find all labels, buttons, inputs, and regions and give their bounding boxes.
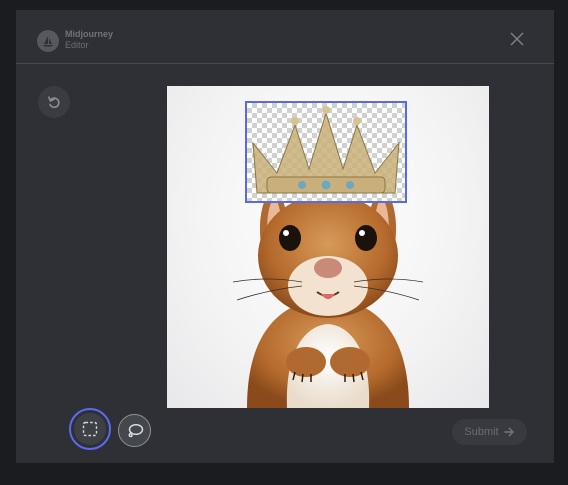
lasso-tool[interactable] [118, 414, 151, 447]
brand: Midjourney Editor [65, 29, 113, 50]
submit-label: Submit [464, 426, 499, 438]
image-canvas[interactable] [167, 86, 489, 408]
rectangle-select-tool[interactable] [69, 408, 111, 450]
sailboat-icon [37, 30, 59, 52]
editor-modal: Midjourney Editor Submit [16, 10, 554, 463]
arrow-right-icon [503, 427, 514, 437]
brand-name: Midjourney [65, 29, 114, 39]
close-icon [510, 32, 524, 46]
rectangle-select-tool-inner [74, 413, 106, 445]
rectangle-select-icon [82, 421, 98, 437]
editor-header: Midjourney Editor [16, 10, 554, 64]
close-button[interactable] [510, 32, 524, 46]
selection-region[interactable] [245, 101, 407, 203]
crown-image [252, 106, 400, 194]
undo-icon [48, 96, 60, 109]
submit-button[interactable]: Submit [452, 419, 527, 445]
brand-subtitle: Editor [65, 40, 89, 50]
lasso-icon [128, 423, 143, 437]
undo-button[interactable] [38, 86, 70, 118]
